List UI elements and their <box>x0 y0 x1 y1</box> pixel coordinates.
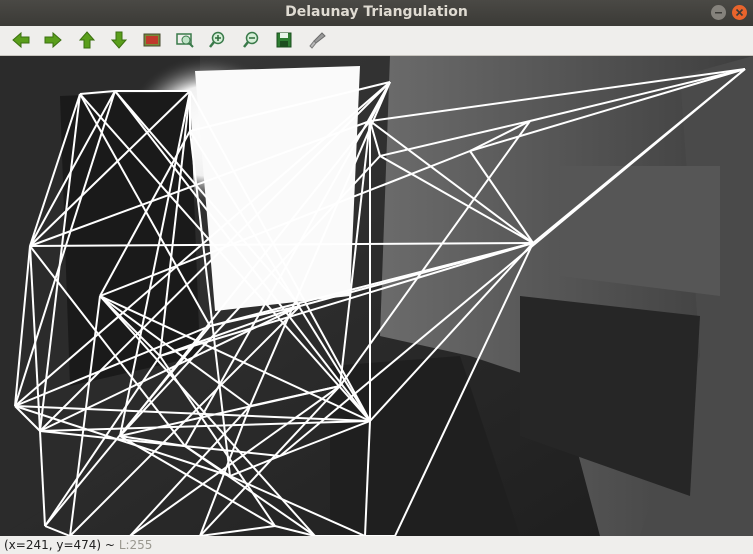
window-title: Delaunay Triangulation <box>285 4 468 20</box>
triangulation-image <box>0 56 753 536</box>
app-window: Delaunay Triangulation (x=241, y=474) ~ … <box>0 0 753 554</box>
pan-down-button[interactable] <box>107 29 131 51</box>
status-text: (x=241, y=474) ~ L:255 <box>4 536 152 554</box>
zoom-in-button[interactable] <box>206 29 230 51</box>
save-button[interactable] <box>272 29 296 51</box>
arrow-right-icon <box>44 31 62 49</box>
pixel-value: L:255 <box>118 538 153 552</box>
zoom-out-button[interactable] <box>240 29 264 51</box>
arrow-left-icon <box>12 31 30 49</box>
status-bar: (x=241, y=474) ~ L:255 <box>0 536 753 554</box>
cursor-coordinates: (x=241, y=474) ~ <box>4 538 115 552</box>
arrow-down-icon <box>110 31 128 49</box>
zoom-out-icon <box>243 31 259 48</box>
pan-left-button[interactable] <box>9 29 33 51</box>
properties-button[interactable] <box>305 29 329 51</box>
zoom-fit-icon <box>176 33 194 48</box>
close-button[interactable] <box>732 5 747 20</box>
pan-up-button[interactable] <box>75 29 99 51</box>
toolbar <box>0 26 753 56</box>
pan-right-button[interactable] <box>41 29 65 51</box>
close-icon <box>735 8 744 17</box>
save-icon <box>276 32 292 48</box>
title-bar[interactable]: Delaunay Triangulation <box>0 0 753 26</box>
zoom-in-icon <box>209 31 225 48</box>
image-canvas[interactable] <box>0 56 753 536</box>
zoom-fit-button[interactable] <box>173 29 197 51</box>
minimize-icon <box>715 12 722 14</box>
minimize-button[interactable] <box>711 5 726 20</box>
zoom-original-button[interactable] <box>140 29 164 51</box>
zoom-original-icon <box>143 33 161 47</box>
properties-icon <box>309 32 326 49</box>
arrow-up-icon <box>78 31 96 49</box>
